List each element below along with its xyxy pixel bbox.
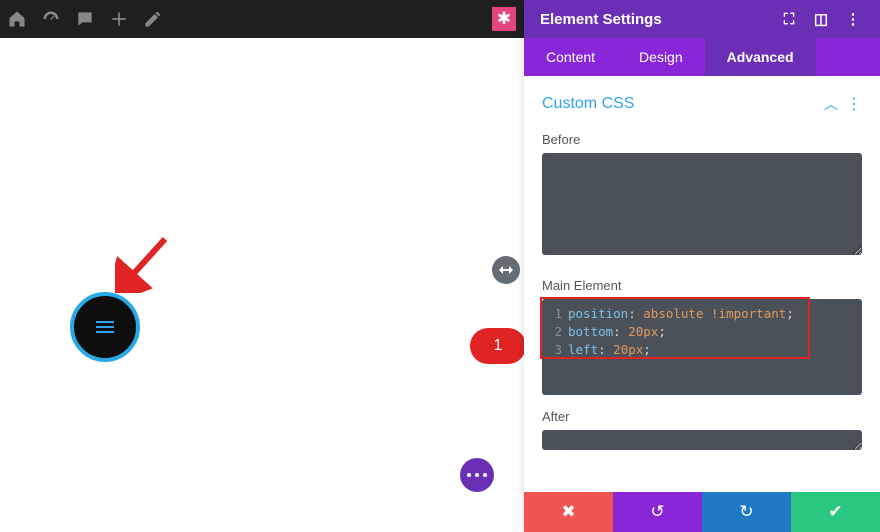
check-icon: ✔	[828, 502, 842, 522]
notification-badge[interactable]: ✱	[492, 7, 516, 31]
step-callout-1: 1	[470, 328, 526, 364]
dashboard-icon[interactable]	[34, 0, 68, 38]
panel-title: Element Settings	[540, 11, 662, 28]
section-title: Custom CSS	[542, 95, 634, 113]
home-icon[interactable]	[0, 0, 34, 38]
undo-icon: ↺	[650, 502, 664, 522]
redo-icon: ↻	[739, 502, 753, 522]
pencil-icon[interactable]	[136, 0, 170, 38]
main-element-code[interactable]: 1position: absolute !important; 2bottom:…	[542, 299, 862, 395]
plus-icon[interactable]	[102, 0, 136, 38]
tab-advanced[interactable]: Advanced	[705, 38, 816, 76]
module-actions-fab[interactable]	[460, 458, 494, 492]
before-label: Before	[542, 132, 862, 147]
resize-icon	[498, 264, 514, 276]
hamburger-icon	[96, 321, 114, 333]
panel-header: Element Settings ⛶ ◫ ⋮	[524, 0, 880, 38]
chevron-up-icon[interactable]: ︿	[824, 94, 838, 114]
columns-icon[interactable]: ◫	[810, 10, 832, 28]
close-icon: ✖	[561, 502, 575, 522]
before-textarea[interactable]	[542, 153, 862, 255]
tab-design[interactable]: Design	[617, 38, 705, 76]
expand-icon[interactable]: ⛶	[778, 11, 800, 28]
section-more-icon[interactable]: ⋮	[846, 94, 862, 114]
callout-number: 1	[470, 328, 526, 364]
panel-footer: ✖ ↺ ↻ ✔	[524, 492, 880, 532]
after-textarea[interactable]	[542, 430, 862, 450]
section-custom-css[interactable]: Custom CSS ︿ ⋮	[542, 88, 862, 128]
undo-button[interactable]: ↺	[613, 492, 702, 532]
editor-canvas: 1	[0, 38, 524, 532]
badge-glyph: ✱	[497, 9, 511, 29]
element-settings-panel: Element Settings ⛶ ◫ ⋮ Content Design Ad…	[524, 0, 880, 532]
arrow-annotation	[115, 233, 175, 293]
more-icon[interactable]: ⋮	[842, 10, 864, 28]
after-label: After	[542, 409, 862, 424]
floating-menu-button[interactable]	[70, 292, 140, 362]
save-button[interactable]: ✔	[791, 492, 880, 532]
panel-tabs: Content Design Advanced	[524, 38, 880, 76]
redo-button[interactable]: ↻	[702, 492, 791, 532]
comment-icon[interactable]	[68, 0, 102, 38]
admin-topbar: ✱	[0, 0, 524, 38]
resize-handle[interactable]	[492, 256, 520, 284]
main-element-label: Main Element	[542, 278, 862, 293]
panel-body: Custom CSS ︿ ⋮ Before Main Element 1posi…	[524, 76, 880, 492]
cancel-button[interactable]: ✖	[524, 492, 613, 532]
tab-content[interactable]: Content	[524, 38, 617, 76]
